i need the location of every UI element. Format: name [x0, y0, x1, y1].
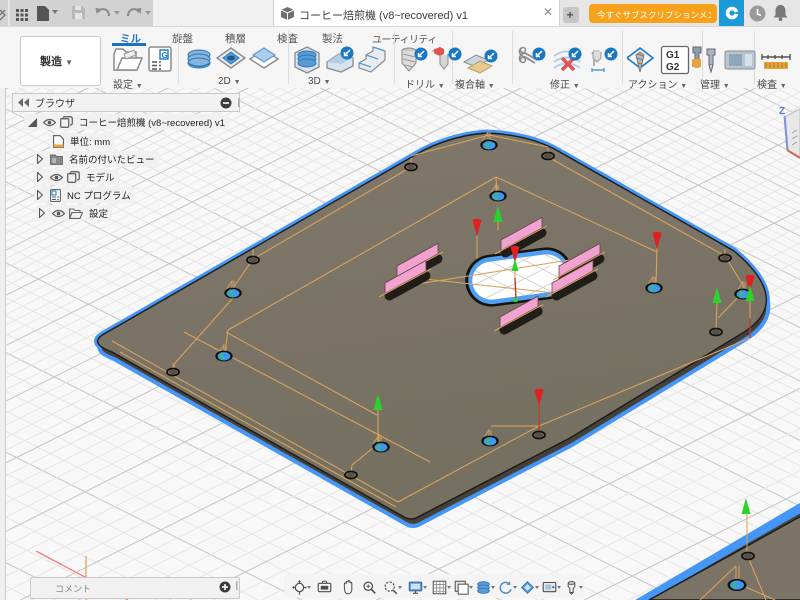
svg-text:G: G: [162, 51, 168, 60]
svg-text:G2: G2: [666, 62, 680, 73]
svg-text:Z: Z: [779, 106, 785, 117]
svg-text:+: +: [432, 46, 437, 56]
svg-text:G1: G1: [666, 50, 680, 61]
